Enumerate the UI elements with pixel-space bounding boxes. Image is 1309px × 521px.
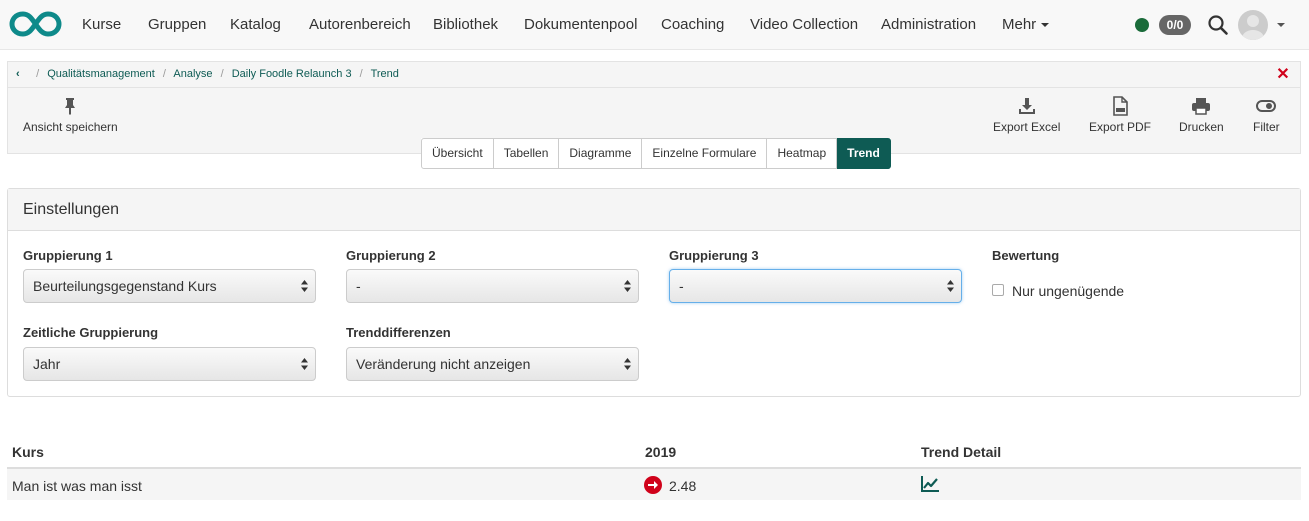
breadcrumb-separator: /: [162, 68, 166, 80]
group1-value: Beurteilungsgegenstand Kurs: [33, 278, 217, 294]
breadcrumb-item-daily-foodle[interactable]: Daily Foodle Relaunch 3: [232, 68, 352, 80]
top-navigation: Kurse Gruppen Katalog Autorenbereich Bib…: [0, 0, 1309, 50]
temporal-group-select[interactable]: Jahr: [23, 347, 316, 381]
table-cell-2019: 2.48: [669, 478, 697, 494]
group1-label: Gruppierung 1: [23, 248, 113, 263]
breadcrumb-separator: /: [359, 68, 363, 80]
nav-item-autorenbereich[interactable]: Autorenbereich: [309, 16, 411, 33]
export-excel-button[interactable]: Export Excel: [993, 96, 1060, 134]
select-arrows-icon: [624, 358, 631, 370]
chat-badge[interactable]: 0/0: [1159, 15, 1191, 35]
tab-trend[interactable]: Trend: [837, 138, 891, 169]
nav-item-dokumentenpool[interactable]: Dokumentenpool: [524, 16, 637, 33]
group2-value: -: [356, 278, 361, 294]
line-chart-icon[interactable]: [920, 475, 940, 493]
print-label: Drucken: [1179, 120, 1224, 134]
online-status-icon[interactable]: [1135, 18, 1149, 32]
tab-heatmap[interactable]: Heatmap: [767, 138, 838, 169]
rating-label: Bewertung: [992, 248, 1060, 263]
breadcrumb-item-trend[interactable]: Trend: [371, 68, 399, 80]
column-header-trend-detail[interactable]: Trend Detail: [921, 444, 1001, 460]
trend-diff-select[interactable]: Veränderung nicht anzeigen: [346, 347, 639, 381]
tab-tabellen[interactable]: Tabellen: [493, 138, 560, 169]
trend-diff-label: Trenddifferenzen: [346, 325, 451, 340]
back-chevron-icon[interactable]: ‹: [16, 68, 28, 80]
breadcrumb: ‹ / Qualitätsmanagement / Analyse / Dail…: [16, 68, 399, 84]
group1-select[interactable]: Beurteilungsgegenstand Kurs: [23, 269, 316, 303]
tab-uebersicht[interactable]: Übersicht: [421, 138, 494, 169]
user-menu-chevron-icon[interactable]: [1277, 23, 1285, 27]
chevron-down-icon: [1041, 23, 1050, 28]
breadcrumb-separator: /: [220, 68, 224, 80]
search-icon[interactable]: [1207, 14, 1229, 36]
trend-diff-value: Veränderung nicht anzeigen: [356, 356, 531, 372]
print-button[interactable]: Drucken: [1179, 96, 1224, 134]
group2-label: Gruppierung 2: [346, 248, 436, 263]
nav-item-kurse[interactable]: Kurse: [82, 16, 121, 33]
breadcrumb-item-qualitaetsmanagement[interactable]: Qualitätsmanagement: [47, 68, 155, 80]
trend-down-arrow-icon: [644, 476, 662, 494]
group3-value: -: [679, 278, 684, 294]
save-view-button[interactable]: Ansicht speichern: [23, 96, 118, 134]
temporal-group-label: Zeitliche Gruppierung: [23, 325, 159, 340]
pin-icon: [65, 98, 76, 115]
printer-icon: [1192, 98, 1211, 115]
select-arrows-icon: [624, 280, 631, 292]
column-header-kurs[interactable]: Kurs: [12, 444, 44, 460]
avatar[interactable]: [1238, 10, 1268, 40]
nav-item-mehr-label: Mehr: [1002, 16, 1037, 33]
table-cell-kurs: Man ist was man isst: [12, 478, 142, 494]
export-pdf-label: Export PDF: [1089, 120, 1152, 134]
nav-item-mehr[interactable]: Mehr: [1002, 16, 1050, 33]
tab-einzelne-formulare[interactable]: Einzelne Formulare: [642, 138, 768, 169]
select-arrows-icon: [947, 280, 954, 292]
breadcrumb-separator: /: [36, 68, 40, 80]
openolat-logo-icon[interactable]: [9, 10, 62, 38]
column-header-2019[interactable]: 2019: [645, 444, 676, 460]
nav-item-bibliothek[interactable]: Bibliothek: [433, 16, 498, 33]
select-arrows-icon: [301, 280, 308, 292]
select-arrows-icon: [301, 358, 308, 370]
nav-item-katalog[interactable]: Katalog: [230, 16, 281, 33]
breadcrumb-item-analyse[interactable]: Analyse: [173, 68, 212, 80]
toggle-icon: [1256, 100, 1277, 112]
export-pdf-button[interactable]: Export PDF: [1089, 96, 1151, 134]
group2-select[interactable]: -: [346, 269, 639, 303]
save-view-label: Ansicht speichern: [23, 120, 118, 134]
export-excel-label: Export Excel: [993, 120, 1061, 134]
analysis-tabs: Übersicht Tabellen Diagramme Einzelne Fo…: [421, 138, 891, 169]
only-insufficient-checkbox[interactable]: [992, 284, 1004, 296]
nav-item-administration[interactable]: Administration: [881, 16, 976, 33]
pdf-file-icon: [1113, 96, 1128, 116]
filter-label: Filter: [1253, 120, 1280, 134]
filter-button[interactable]: Filter: [1253, 96, 1280, 134]
toolbar-divider: [8, 87, 1300, 88]
temporal-group-value: Jahr: [33, 356, 61, 372]
user-silhouette-icon: [1242, 15, 1264, 40]
nav-item-video-collection[interactable]: Video Collection: [750, 16, 858, 33]
only-insufficient-label[interactable]: Nur ungenügende: [1012, 283, 1124, 299]
tab-diagramme[interactable]: Diagramme: [559, 138, 643, 169]
settings-title: Einstellungen: [8, 189, 1300, 231]
group3-select[interactable]: -: [669, 269, 962, 303]
group3-label: Gruppierung 3: [669, 248, 759, 263]
nav-item-coaching[interactable]: Coaching: [661, 16, 724, 33]
nav-item-gruppen[interactable]: Gruppen: [148, 16, 206, 33]
download-icon: [1018, 98, 1035, 114]
close-icon[interactable]: ✕: [1276, 67, 1290, 83]
